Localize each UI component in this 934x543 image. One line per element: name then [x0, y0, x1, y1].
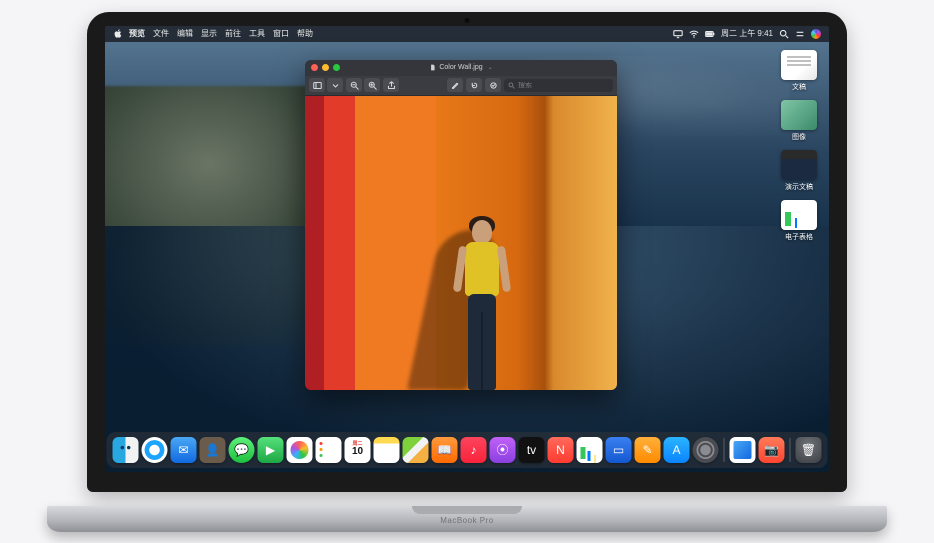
dock-podcasts[interactable]: ⦿	[490, 437, 516, 463]
battery-icon[interactable]	[705, 29, 715, 39]
control-center-icon[interactable]	[795, 29, 805, 39]
menu-window[interactable]: 窗口	[273, 28, 289, 39]
dock-numbers[interactable]	[577, 437, 603, 463]
window-title-text: Color Wall.jpg	[439, 64, 482, 71]
dock-mail[interactable]: ✉︎	[171, 437, 197, 463]
traffic-lights	[311, 64, 340, 71]
menu-app-name[interactable]: 预览	[129, 28, 145, 39]
person-figure	[452, 220, 512, 390]
siri-icon[interactable]	[811, 29, 821, 39]
stack-label: 图像	[792, 132, 806, 142]
dock-music[interactable]: ♪	[461, 437, 487, 463]
stack-documents[interactable]: 文稿	[775, 50, 823, 92]
spotlight-icon[interactable]	[779, 29, 789, 39]
desktop-stacks: 文稿 图像 演示文稿 电子表格	[775, 50, 823, 242]
dock-preview[interactable]	[730, 437, 756, 463]
menu-right: 周二 上午 9:41	[673, 28, 821, 39]
apple-menu-icon[interactable]	[113, 29, 123, 39]
zoom-out-button[interactable]	[346, 78, 362, 92]
dock-safari[interactable]	[142, 437, 168, 463]
stack-label: 演示文稿	[785, 182, 813, 192]
laptop-model-label: MacBook Pro	[440, 516, 494, 525]
dock-notes[interactable]	[374, 437, 400, 463]
menu-bar: 预览 文件 编辑 显示 前往 工具 窗口 帮助 周二 上午 9:41	[105, 26, 829, 42]
dock-photobooth[interactable]: 📷	[759, 437, 785, 463]
stack-spreadsheets[interactable]: 电子表格	[775, 200, 823, 242]
dock-settings[interactable]	[693, 437, 719, 463]
dock-news[interactable]: N	[548, 437, 574, 463]
fullscreen-button[interactable]	[333, 64, 340, 71]
dock-separator	[724, 438, 725, 462]
search-input[interactable]	[518, 82, 609, 89]
calendar-day: 10	[352, 447, 363, 457]
presentations-stack-icon	[781, 150, 817, 180]
menu-clock[interactable]: 周二 上午 9:41	[721, 28, 773, 39]
documents-stack-icon	[781, 50, 817, 80]
dock-pages[interactable]: ✎	[635, 437, 661, 463]
stack-presentations[interactable]: 演示文稿	[775, 150, 823, 192]
menu-file[interactable]: 文件	[153, 28, 169, 39]
dock-books[interactable]: 📖	[432, 437, 458, 463]
markup-button[interactable]	[485, 78, 501, 92]
image-content[interactable]	[305, 96, 617, 390]
desktop-screen: 预览 文件 编辑 显示 前往 工具 窗口 帮助 周二 上午 9:41	[105, 26, 829, 472]
dock-keynote[interactable]: ▭	[606, 437, 632, 463]
file-icon	[429, 64, 436, 71]
stack-label: 文稿	[792, 82, 806, 92]
laptop-base: MacBook Pro	[47, 506, 887, 532]
close-button[interactable]	[311, 64, 318, 71]
menu-go[interactable]: 前往	[225, 28, 241, 39]
wifi-icon[interactable]	[689, 29, 699, 39]
dock-messages[interactable]: 💬	[229, 437, 255, 463]
dock-tv[interactable]: tv	[519, 437, 545, 463]
rotate-button[interactable]	[466, 78, 482, 92]
dock: ✉︎ 👤 💬 ▶︎ 周二 10 📖 ♪ ⦿ tv N ▭ ✎	[107, 432, 828, 468]
dock-calendar[interactable]: 周二 10	[345, 437, 371, 463]
dock-separator	[790, 438, 791, 462]
menu-left: 预览 文件 编辑 显示 前往 工具 窗口 帮助	[129, 28, 313, 39]
window-toolbar	[305, 76, 617, 96]
search-field[interactable]	[504, 79, 613, 92]
menu-edit[interactable]: 编辑	[177, 28, 193, 39]
menu-view[interactable]: 显示	[201, 28, 217, 39]
dock-photos[interactable]	[287, 437, 313, 463]
camera-dot	[465, 18, 470, 23]
dock-facetime[interactable]: ▶︎	[258, 437, 284, 463]
dock-contacts[interactable]: 👤	[200, 437, 226, 463]
dock-finder[interactable]	[113, 437, 139, 463]
minimize-button[interactable]	[322, 64, 329, 71]
laptop-frame: 预览 文件 编辑 显示 前往 工具 窗口 帮助 周二 上午 9:41	[47, 12, 887, 532]
dock-appstore[interactable]: A	[664, 437, 690, 463]
highlight-button[interactable]	[447, 78, 463, 92]
share-button[interactable]	[383, 78, 399, 92]
screen-bezel: 预览 文件 编辑 显示 前往 工具 窗口 帮助 周二 上午 9:41	[87, 12, 847, 492]
stack-label: 电子表格	[785, 232, 813, 242]
search-icon	[508, 82, 515, 89]
window-title[interactable]: Color Wall.jpg ⌄	[429, 64, 492, 71]
menu-tools[interactable]: 工具	[249, 28, 265, 39]
spreadsheets-stack-icon	[781, 200, 817, 230]
window-titlebar[interactable]: Color Wall.jpg ⌄	[305, 60, 617, 76]
dock-maps[interactable]	[403, 437, 429, 463]
menu-help[interactable]: 帮助	[297, 28, 313, 39]
dock-reminders[interactable]	[316, 437, 342, 463]
zoom-in-button[interactable]	[364, 78, 380, 92]
preview-window[interactable]: Color Wall.jpg ⌄	[305, 60, 617, 390]
view-dropdown-button[interactable]	[327, 78, 343, 92]
laptop-notch	[412, 506, 522, 514]
chevron-down-icon: ⌄	[488, 64, 493, 71]
images-stack-icon	[781, 100, 817, 130]
sidebar-toggle-button[interactable]	[309, 78, 325, 92]
stack-images[interactable]: 图像	[775, 100, 823, 142]
dock-trash[interactable]: 🗑	[796, 437, 822, 463]
airplay-icon[interactable]	[673, 29, 683, 39]
